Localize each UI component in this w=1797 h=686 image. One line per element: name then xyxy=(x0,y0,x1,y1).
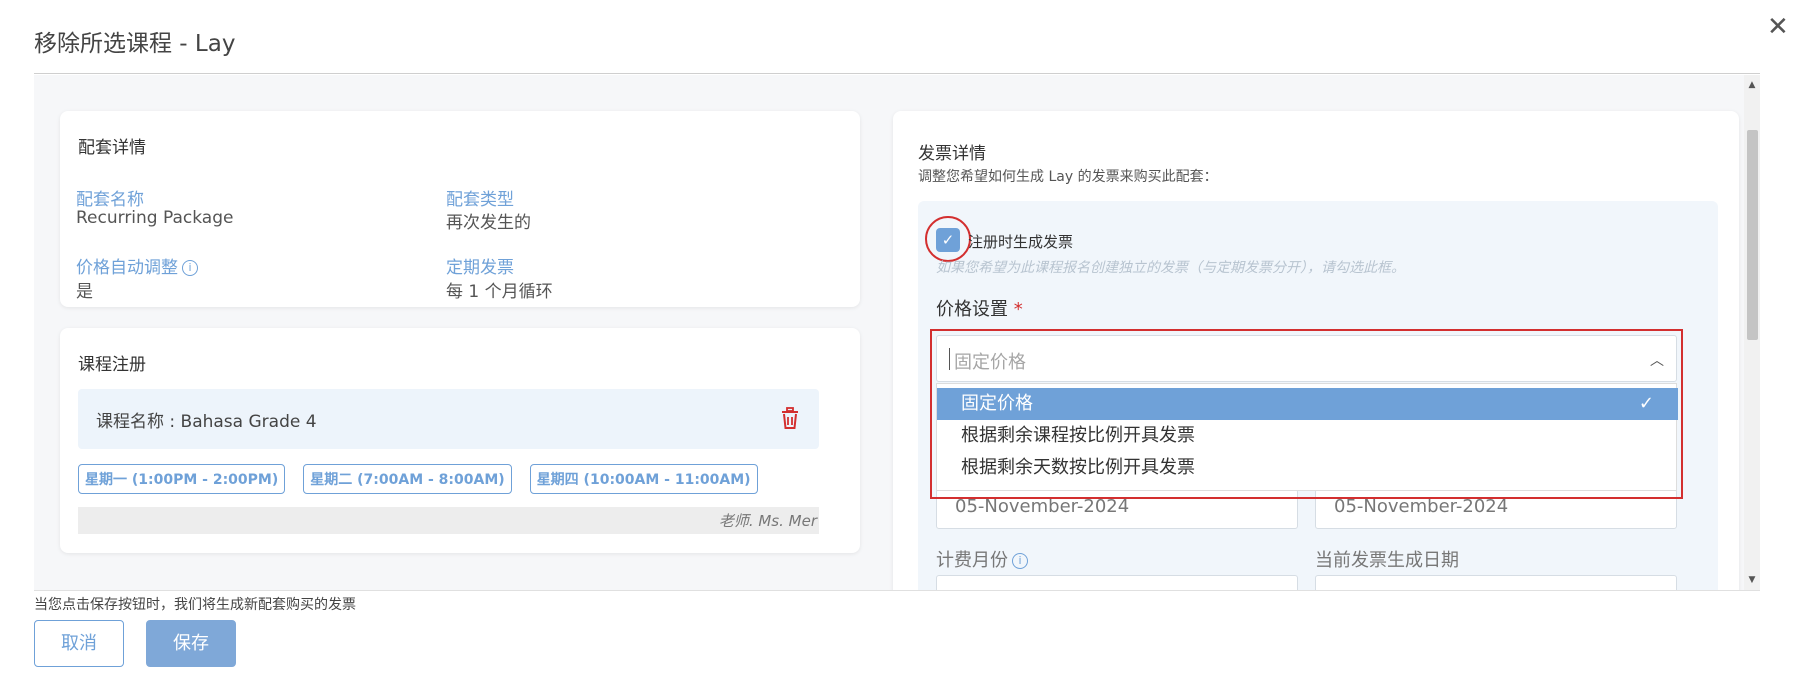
price-setting-text: 价格设置 xyxy=(936,299,1008,320)
package-details-card: 配套详情 配套名称 Recurring Package 配套类型 再次发生的 价… xyxy=(60,111,860,307)
schedule-chip: 星期二 (7:00AM - 8:00AM) xyxy=(303,464,512,494)
cancel-button[interactable]: 取消 xyxy=(34,620,124,667)
invoice-details-card: 发票详情 调整您希望如何生成 Lay 的发票来购买此配套： ✓ 注册时生成发票 … xyxy=(893,111,1739,590)
recurring-invoice-label: 定期发票 xyxy=(446,258,514,278)
teacher-bar: 老师. Ms. Mer xyxy=(78,507,819,534)
title-divider xyxy=(34,73,1760,74)
scroll-thumb[interactable] xyxy=(1747,130,1758,340)
course-heading: 课程注册 xyxy=(78,355,146,375)
footer-note: 当您点击保存按钮时，我们将生成新配套购买的发票 xyxy=(34,597,356,613)
course-enrollment-card: 课程注册 课程名称 : Bahasa Grade 4 星期一 (1:00PM -… xyxy=(60,328,860,553)
price-setting-label: 价格设置 * xyxy=(936,295,1023,321)
package-name-value: Recurring Package xyxy=(76,208,234,228)
modal: 移除所选课程 - Lay ✕ 配套详情 配套名称 Recurring Packa… xyxy=(0,0,1797,686)
billing-month-input[interactable] xyxy=(936,575,1298,590)
schedule-chips: 星期一 (1:00PM - 2:00PM) 星期二 (7:00AM - 8:00… xyxy=(78,464,758,494)
checkbox-hint: 如果您希望为此课程报名创建独立的发票（与定期发票分开），请勾选此框。 xyxy=(936,260,1405,276)
schedule-chip: 星期四 (10:00AM - 11:00AM) xyxy=(529,464,758,494)
scroll-up-icon[interactable]: ▲ xyxy=(1744,77,1760,93)
recurring-invoice-value: 每 1 个月循环 xyxy=(446,282,553,302)
package-type-value: 再次发生的 xyxy=(446,213,531,233)
vertical-scrollbar[interactable]: ▲ ▼ xyxy=(1744,75,1760,590)
scroll-down-icon[interactable]: ▼ xyxy=(1744,572,1760,588)
package-heading: 配套详情 xyxy=(78,138,146,158)
billing-month-label: 计费月份 xyxy=(936,550,1008,571)
trash-icon[interactable] xyxy=(779,406,801,430)
auto-adjust-label-wrap: 价格自动调整 i xyxy=(76,253,198,278)
footer-divider xyxy=(34,590,1760,591)
info-icon[interactable]: i xyxy=(182,260,198,276)
teacher-name: 老师. Ms. Mer xyxy=(718,512,817,530)
current-invoice-date-label: 当前发票生成日期 xyxy=(1315,550,1459,571)
required-mark: * xyxy=(1013,299,1023,320)
billing-month-label-wrap: 计费月份 i xyxy=(936,546,1028,572)
close-icon[interactable]: ✕ xyxy=(1767,14,1789,40)
auto-adjust-value: 是 xyxy=(76,282,93,302)
package-type-label: 配套类型 xyxy=(446,190,514,210)
current-invoice-date-input[interactable] xyxy=(1315,575,1677,590)
course-row: 课程名称 : Bahasa Grade 4 xyxy=(78,389,819,449)
invoice-subtitle: 调整您希望如何生成 Lay 的发票来购买此配套： xyxy=(918,169,1218,185)
invoice-heading: 发票详情 xyxy=(918,144,986,164)
modal-body: 配套详情 配套名称 Recurring Package 配套类型 再次发生的 价… xyxy=(34,75,1760,590)
dropdown-highlight xyxy=(930,329,1683,499)
invoice-settings-panel: ✓ 注册时生成发票 如果您希望为此课程报名创建独立的发票（与定期发票分开），请勾… xyxy=(918,201,1718,590)
save-button[interactable]: 保存 xyxy=(146,620,236,667)
info-icon[interactable]: i xyxy=(1012,553,1028,569)
generate-on-enroll-checkbox[interactable]: ✓ xyxy=(936,228,960,252)
schedule-chip: 星期一 (1:00PM - 2:00PM) xyxy=(78,464,286,494)
course-name: 课程名称 : Bahasa Grade 4 xyxy=(96,412,317,432)
modal-title: 移除所选课程 - Lay xyxy=(34,31,236,57)
package-name-label: 配套名称 xyxy=(76,190,144,210)
auto-adjust-label: 价格自动调整 xyxy=(76,258,178,278)
generate-on-enroll-label: 注册时生成发票 xyxy=(968,233,1074,251)
